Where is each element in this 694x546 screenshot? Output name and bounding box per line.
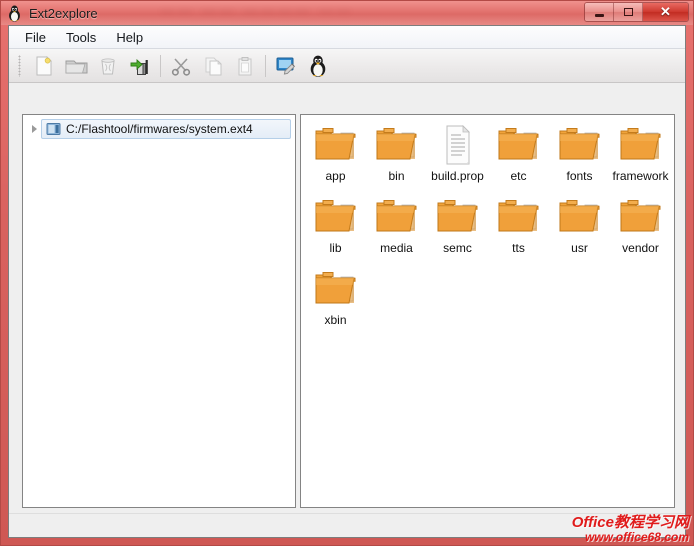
disk-image-icon [46,122,61,136]
toolbar-copy-button[interactable] [197,51,229,81]
folder-icon [617,195,664,239]
folder-icon [495,195,542,239]
file-item[interactable]: xbin [305,265,366,337]
menu-help[interactable]: Help [107,28,152,47]
file-item-label: build.prop [431,169,484,183]
file-item[interactable]: media [366,193,427,265]
folder-icon [617,123,664,167]
toolbar [9,49,685,83]
file-item[interactable]: usr [549,193,610,265]
file-item[interactable]: etc [488,121,549,193]
file-item[interactable]: app [305,121,366,193]
file-item[interactable]: lib [305,193,366,265]
toolbar-grip[interactable] [18,54,21,77]
folder-icon [556,123,603,167]
toolbar-paste-button[interactable] [229,51,261,81]
folder-icon [556,195,603,239]
file-item-label: media [380,241,413,255]
client-area: File Tools Help C:/Flashtool/firmwares/s… [8,25,686,538]
folder-icon [373,195,420,239]
window-title: Ext2explore [29,5,98,21]
folder-icon [312,267,359,311]
folder-icon [312,123,359,167]
minimize-icon [594,13,604,17]
toolbar-delete-button[interactable] [92,51,124,81]
file-item-label: etc [510,169,527,183]
status-bar [9,513,685,537]
menu-file[interactable]: File [16,28,55,47]
maximize-icon [623,8,633,16]
minimize-button[interactable] [585,3,614,21]
file-item-label: fonts [566,169,593,183]
folder-icon [312,195,359,239]
save-export-icon [130,58,148,75]
tree-root-highlight[interactable]: C:/Flashtool/firmwares/system.ext4 [41,119,291,139]
toolbar-open-button[interactable] [60,51,92,81]
folder-icon [434,195,481,239]
new-image-icon [36,55,52,75]
close-icon: ✕ [660,4,671,19]
toolbar-properties-button[interactable] [270,51,302,81]
toolbar-cut-button[interactable] [165,51,197,81]
menu-tools[interactable]: Tools [57,28,105,47]
file-item[interactable]: framework [610,121,671,193]
title-bar-obscured-text: —— —— ———— —— [161,3,354,18]
window-controls[interactable]: ✕ [584,2,689,22]
file-item[interactable]: vendor [610,193,671,265]
file-item-label: lib [329,241,342,255]
folder-icon [495,123,542,167]
toolbar-separator [160,54,161,77]
file-item-label: bin [388,169,405,183]
tux-penguin-icon [7,5,22,22]
open-folder-icon [65,60,87,73]
file-icon-grid: app bin build.prop etc fonts framework l… [301,115,674,507]
toolbar-new-button[interactable] [28,51,60,81]
folder-icon [373,123,420,167]
file-item[interactable]: semc [427,193,488,265]
menu-bar: File Tools Help [9,26,685,49]
file-item-label: tts [512,241,525,255]
file-item[interactable]: bin [366,121,427,193]
trash-icon [101,57,115,74]
file-item[interactable]: tts [488,193,549,265]
file-item-label: vendor [622,241,659,255]
chevron-right-icon[interactable] [27,125,41,133]
panes-container: C:/Flashtool/firmwares/system.ext4 app b… [9,83,685,513]
tux-penguin-icon [310,55,326,77]
properties-screen-icon [276,57,296,75]
file-item-label: semc [443,241,472,255]
toolbar-separator [265,54,266,77]
application-window: Ext2explore —— —— ———— —— ✕ File Tools H… [0,0,694,546]
file-item-label: framework [612,169,669,183]
close-button[interactable]: ✕ [643,3,688,21]
file-item-label: app [325,169,346,183]
file-document-icon [434,123,481,167]
tree-root-label: C:/Flashtool/firmwares/system.ext4 [66,122,253,136]
tree-view-panel[interactable]: C:/Flashtool/firmwares/system.ext4 [22,114,296,508]
file-item-label: usr [571,241,588,255]
title-bar[interactable]: Ext2explore —— —— ———— —— ✕ [1,1,693,25]
file-item-label: xbin [324,313,347,327]
copy-icon [205,57,222,75]
cut-scissors-icon [171,57,191,76]
toolbar-about-button[interactable] [302,51,334,81]
file-list-panel[interactable]: app bin build.prop etc fonts framework l… [300,114,675,508]
file-item[interactable]: build.prop [427,121,488,193]
tree-root-item[interactable]: C:/Flashtool/firmwares/system.ext4 [27,119,291,139]
toolbar-save-button[interactable] [124,51,156,81]
maximize-button[interactable] [614,3,643,21]
file-item[interactable]: fonts [549,121,610,193]
paste-icon [238,56,252,75]
